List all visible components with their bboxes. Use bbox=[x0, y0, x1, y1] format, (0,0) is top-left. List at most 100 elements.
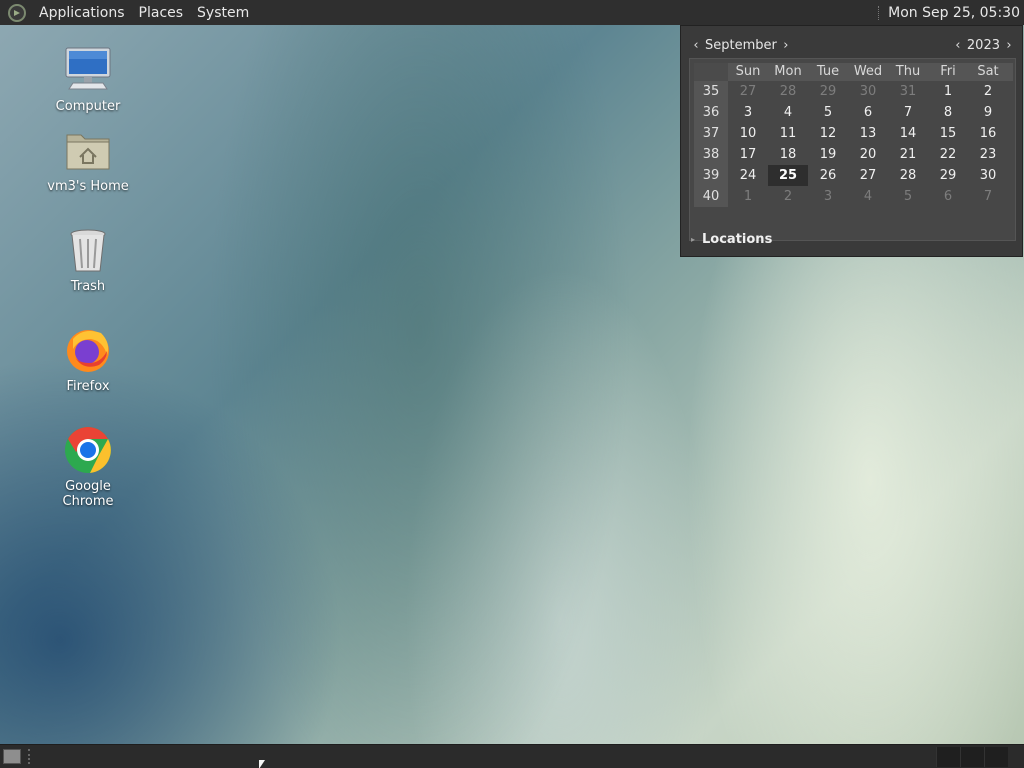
calendar-day[interactable]: 2 bbox=[968, 81, 1008, 102]
mate-logo-icon[interactable] bbox=[8, 3, 26, 22]
calendar-day[interactable]: 6 bbox=[848, 102, 888, 123]
panel-handle[interactable] bbox=[28, 749, 32, 764]
calendar-day-other-month[interactable]: 30 bbox=[848, 81, 888, 102]
calendar-day[interactable]: 30 bbox=[968, 165, 1008, 186]
calendar-day[interactable]: 12 bbox=[808, 123, 848, 144]
expander-arrow-icon: ▸ bbox=[691, 234, 696, 244]
clock[interactable]: Mon Sep 25, 05:30 bbox=[888, 5, 1024, 21]
computer-icon bbox=[63, 45, 113, 95]
calendar-day-selected[interactable]: 25 bbox=[768, 165, 808, 186]
desktop-icon-computer[interactable]: Computer bbox=[38, 45, 138, 114]
calendar-grid-frame: Sun Mon Tue Wed Thu Fri Sat 35 27 28 29 30 31 1 2 36 3 4… bbox=[689, 58, 1016, 241]
firefox-icon bbox=[63, 325, 113, 375]
calendar-day[interactable]: 24 bbox=[728, 165, 768, 186]
calendar-day[interactable]: 29 bbox=[928, 165, 968, 186]
calendar-day[interactable]: 23 bbox=[968, 144, 1008, 165]
calendar-day[interactable]: 5 bbox=[808, 102, 848, 123]
calendar-grid: Sun Mon Tue Wed Thu Fri Sat 35 27 28 29 30 31 1 2 36 3 4… bbox=[694, 63, 1013, 238]
bottom-panel bbox=[0, 744, 1024, 768]
calendar-day[interactable]: 22 bbox=[928, 144, 968, 165]
desktop-icon-home[interactable]: vm3's Home bbox=[38, 125, 138, 194]
applications-menu[interactable]: Applications bbox=[32, 5, 132, 21]
calendar-day[interactable]: 4 bbox=[768, 102, 808, 123]
calendar-day[interactable]: 17 bbox=[728, 144, 768, 165]
show-desktop-icon[interactable] bbox=[3, 749, 21, 764]
calendar-day[interactable]: 13 bbox=[848, 123, 888, 144]
weekday-header: Wed bbox=[853, 64, 883, 79]
desktop-icon-trash[interactable]: Trash bbox=[38, 225, 138, 294]
places-menu[interactable]: Places bbox=[132, 5, 191, 21]
desktop-icon-label: vm3's Home bbox=[47, 179, 129, 194]
calendar-day-other-month[interactable]: 31 bbox=[888, 81, 928, 102]
calendar-day[interactable]: 3 bbox=[728, 102, 768, 123]
workspace-1[interactable] bbox=[936, 747, 960, 767]
calendar-day-other-month[interactable]: 29 bbox=[808, 81, 848, 102]
calendar-day[interactable]: 9 bbox=[968, 102, 1008, 123]
desktop-icon-chrome[interactable]: Google Chrome bbox=[38, 425, 138, 509]
calendar-day[interactable]: 10 bbox=[728, 123, 768, 144]
calendar-day-other-month[interactable]: 28 bbox=[768, 81, 808, 102]
weekday-header: Sun bbox=[735, 64, 761, 79]
week-number: 40 bbox=[694, 186, 728, 207]
calendar-day[interactable]: 21 bbox=[888, 144, 928, 165]
calendar-day[interactable]: 19 bbox=[808, 144, 848, 165]
locations-expander[interactable]: ▸ Locations bbox=[691, 230, 772, 248]
week-number-header bbox=[694, 63, 728, 81]
weekday-header: Fri bbox=[940, 64, 956, 79]
calendar-popup: ‹ September › ‹ 2023 › Sun Mon Tue Wed Thu Fr… bbox=[680, 25, 1023, 257]
calendar-day-other-month[interactable]: 5 bbox=[888, 186, 928, 207]
calendar-day[interactable]: 27 bbox=[848, 165, 888, 186]
mouse-cursor bbox=[259, 760, 265, 768]
week-number: 35 bbox=[694, 81, 728, 102]
top-panel: Applications Places System Mon Sep 25, 0… bbox=[0, 0, 1024, 25]
calendar-day[interactable]: 16 bbox=[968, 123, 1008, 144]
calendar-day[interactable]: 8 bbox=[928, 102, 968, 123]
calendar-week-row: 38 17 18 19 20 21 22 23 bbox=[694, 144, 1013, 165]
trash-icon bbox=[63, 225, 113, 275]
calendar-day-other-month[interactable]: 1 bbox=[728, 186, 768, 207]
calendar-day[interactable]: 28 bbox=[888, 165, 928, 186]
calendar-week-row: 40 1 2 3 4 5 6 7 bbox=[694, 186, 1013, 207]
calendar-day-other-month[interactable]: 6 bbox=[928, 186, 968, 207]
week-number: 39 bbox=[694, 165, 728, 186]
weekday-header-row: Sun Mon Tue Wed Thu Fri Sat bbox=[694, 63, 1013, 81]
calendar-day[interactable]: 20 bbox=[848, 144, 888, 165]
weekday-header: Thu bbox=[895, 64, 921, 79]
month-label: September bbox=[705, 37, 777, 53]
calendar-day[interactable]: 15 bbox=[928, 123, 968, 144]
calendar-day[interactable]: 26 bbox=[808, 165, 848, 186]
prev-year-button[interactable]: ‹ bbox=[951, 38, 965, 53]
prev-month-button[interactable]: ‹ bbox=[689, 38, 703, 53]
next-month-button[interactable]: › bbox=[779, 38, 793, 53]
week-number: 38 bbox=[694, 144, 728, 165]
workspace-2[interactable] bbox=[960, 747, 984, 767]
calendar-day-other-month[interactable]: 3 bbox=[808, 186, 848, 207]
calendar-week-row: 36 3 4 5 6 7 8 9 bbox=[694, 102, 1013, 123]
calendar-day[interactable]: 7 bbox=[888, 102, 928, 123]
desktop-icon-label: Firefox bbox=[66, 379, 110, 394]
calendar-day-other-month[interactable]: 27 bbox=[728, 81, 768, 102]
desktop-icon-firefox[interactable]: Firefox bbox=[38, 325, 138, 394]
weekday-header: Tue bbox=[816, 64, 840, 79]
panel-separator bbox=[878, 5, 880, 20]
desktop-icon-label: Google Chrome bbox=[62, 479, 114, 509]
week-number: 36 bbox=[694, 102, 728, 123]
calendar-day-other-month[interactable]: 7 bbox=[968, 186, 1008, 207]
desktop-icon-label: Computer bbox=[55, 99, 121, 114]
weekday-header: Sat bbox=[977, 64, 999, 79]
next-year-button[interactable]: › bbox=[1002, 38, 1016, 53]
workspace-3[interactable] bbox=[984, 747, 1008, 767]
calendar-day[interactable]: 1 bbox=[928, 81, 968, 102]
calendar-day[interactable]: 11 bbox=[768, 123, 808, 144]
year-label: 2023 bbox=[966, 37, 1000, 53]
calendar-day[interactable]: 18 bbox=[768, 144, 808, 165]
locations-label: Locations bbox=[702, 231, 773, 247]
desktop-icon-label: Trash bbox=[70, 279, 106, 294]
calendar-day-other-month[interactable]: 2 bbox=[768, 186, 808, 207]
calendar-week-row: 37 10 11 12 13 14 15 16 bbox=[694, 123, 1013, 144]
calendar-day-other-month[interactable]: 4 bbox=[848, 186, 888, 207]
calendar-week-row: 39 24 25 26 27 28 29 30 bbox=[694, 165, 1013, 186]
chrome-icon bbox=[63, 425, 113, 475]
system-menu[interactable]: System bbox=[190, 5, 256, 21]
calendar-day[interactable]: 14 bbox=[888, 123, 928, 144]
